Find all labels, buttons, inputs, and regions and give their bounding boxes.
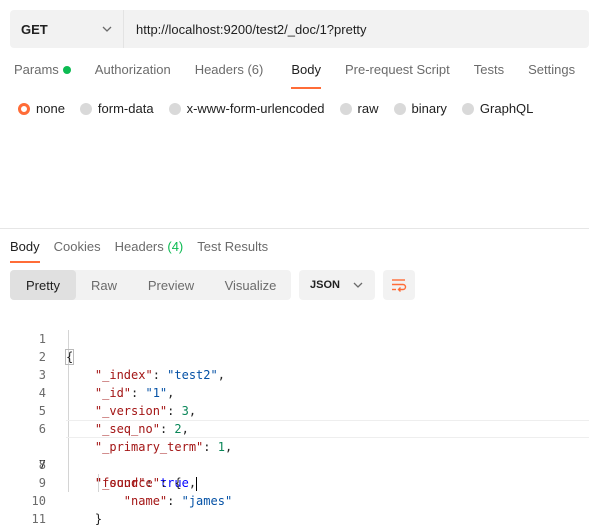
response-tab-test-results[interactable]: Test Results [197,239,268,263]
view-preview-button[interactable]: Preview [132,270,210,300]
radio-selected-icon [18,102,30,115]
tab-headers-label: Headers [194,62,244,77]
code-line: 8 "_source": { [0,438,589,490]
view-pretty-label: Pretty [26,277,60,293]
response-tab-body-label: Body [10,239,40,254]
radio-label: x-www-form-urlencoded [186,101,325,116]
request-tabs: Params Authorization Headers (6) Body Pr… [14,62,575,89]
radio-label: binary [411,101,447,116]
tab-tests-label: Tests [473,62,505,77]
radio-binary[interactable]: binary [393,101,447,116]
radio-none[interactable]: none [18,101,65,116]
wrap-lines-button[interactable] [383,270,415,300]
view-visualize-button[interactable]: Visualize [210,270,291,300]
tab-tests[interactable]: Tests [474,62,504,88]
request-bar: GET http://localhost:9200/test2/_doc/1?p… [10,10,589,48]
radio-label: raw [357,101,379,116]
radio-icon [339,102,352,115]
headers-count: (6) [247,62,264,77]
view-raw-button[interactable]: Raw [76,270,132,300]
radio-label: GraphQL [479,101,534,116]
tab-settings[interactable]: Settings [528,62,575,88]
response-tab-cookies-label: Cookies [53,239,101,254]
tab-pre-request-script[interactable]: Pre-request Script [345,62,450,88]
radio-raw[interactable]: raw [339,101,379,116]
tab-pre-request-script-label: Pre-request Script [344,62,450,77]
radio-icon [79,102,92,115]
code-line: 1 { [0,312,589,365]
tab-authorization-label: Authorization [94,62,171,77]
method-select[interactable]: GET [10,10,124,48]
view-mode-toggle: Pretty Raw Preview Visualize [10,270,291,300]
response-tab-headers-label: Headers [114,239,164,254]
tab-authorization[interactable]: Authorization [95,62,171,88]
code-line-current: 7 "found": true, [0,420,589,491]
url-input[interactable]: http://localhost:9200/test2/_doc/1?prett… [124,22,367,37]
code-line: 4 "_version": 3, [0,366,589,418]
current-line-highlight [66,420,589,438]
json-object-close: } [94,512,103,526]
pane-divider[interactable] [0,228,589,229]
code-line: 5 "_seq_no": 2, [0,384,589,436]
tab-body-label: Body [291,62,321,77]
tab-params[interactable]: Params [14,62,71,88]
radio-icon [461,102,474,115]
radio-label: form-data [97,101,154,116]
view-preview-label: Preview [147,277,195,293]
format-select[interactable]: JSON [299,270,375,300]
response-tab-cookies[interactable]: Cookies [54,239,101,263]
chevron-down-icon [102,26,112,32]
format-label: JSON [310,279,340,291]
view-raw-label: Raw [90,277,117,293]
tab-settings-label: Settings [528,62,576,77]
line-number: 11 [31,512,46,526]
code-line: 9 "name": "james" [0,456,589,508]
radio-icon [393,102,406,115]
code-line: 2 "_index": "test2", [0,330,589,382]
code-line: 11 } [0,492,589,526]
code-line: 3 "_id": "1", [0,348,589,400]
body-type-options: none form-data x-www-form-urlencoded raw… [18,101,548,116]
radio-icon [168,102,181,115]
view-pretty-button[interactable]: Pretty [10,270,76,300]
wrap-lines-icon [392,279,407,292]
code-line: 10 } [0,474,589,526]
radio-label: none [36,101,65,116]
tab-params-label: Params [14,62,59,77]
code-line: 6 "_primary_term": 1, [0,402,589,454]
response-tabs: Body Cookies Headers (4) Test Results [10,239,282,263]
response-tab-test-results-label: Test Results [197,239,269,254]
method-label: GET [21,21,48,37]
chevron-down-icon [353,282,363,288]
response-body-editor[interactable]: 1 { 2 "_index": "test2", 3 "_id": "1", 4… [0,312,589,526]
response-tab-headers[interactable]: Headers (4) [115,239,184,263]
radio-form-data[interactable]: form-data [79,101,154,116]
params-indicator-dot [62,65,71,74]
radio-x-www-form-urlencoded[interactable]: x-www-form-urlencoded [168,101,325,116]
response-tab-body[interactable]: Body [10,239,40,263]
response-headers-count: (4) [167,239,184,254]
radio-graphql[interactable]: GraphQL [461,101,534,116]
tab-body[interactable]: Body [291,62,321,89]
view-visualize-label: Visualize [224,277,277,293]
tab-headers[interactable]: Headers (6) [195,62,264,88]
